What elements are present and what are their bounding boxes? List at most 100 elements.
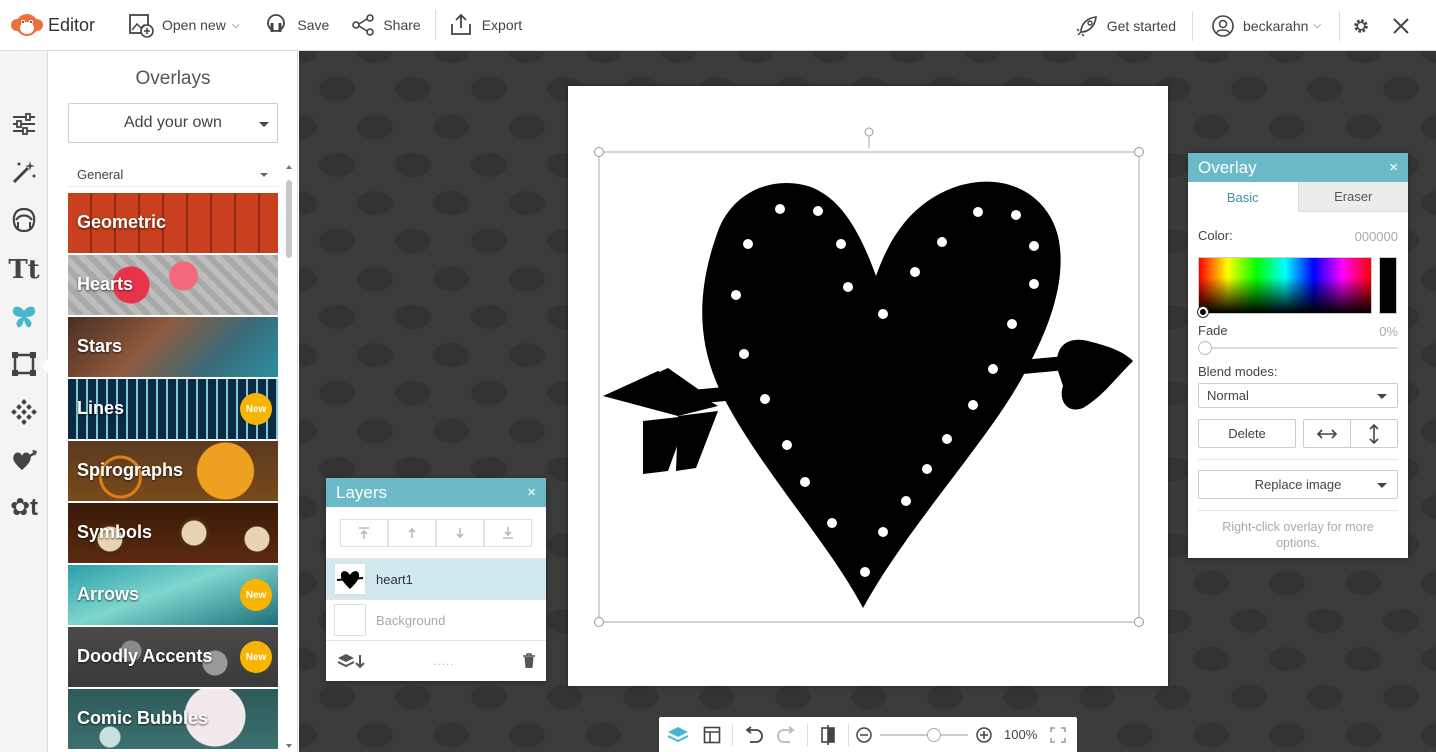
- toolbar-divider: [1192, 10, 1194, 41]
- fade-slider-handle[interactable]: [1198, 341, 1212, 355]
- zoom-in-icon: [976, 726, 992, 743]
- chevron-down-icon: ⌵: [1313, 20, 1321, 31]
- overlay-category-tile[interactable]: Symbols: [68, 503, 278, 563]
- textures-tool[interactable]: [8, 396, 40, 428]
- overlay-panel-header[interactable]: Overlay ×: [1188, 153, 1408, 182]
- color-spectrum-handle[interactable]: [1198, 307, 1208, 317]
- overlay-category-tile[interactable]: Stars: [68, 317, 278, 377]
- color-label: Color:: [1198, 228, 1233, 243]
- image-canvas[interactable]: [568, 86, 1168, 686]
- scroll-thumb[interactable]: [286, 180, 292, 258]
- frames-tool[interactable]: [8, 348, 40, 380]
- bring-to-front-button[interactable]: [340, 518, 388, 547]
- overlay-category-tile[interactable]: Geometric: [68, 193, 278, 253]
- add-your-own-dropdown[interactable]: Add your own: [68, 103, 278, 143]
- replace-image-button[interactable]: Replace image: [1198, 470, 1398, 499]
- overlays-tool[interactable]: [8, 301, 40, 333]
- share-icon: [352, 14, 375, 36]
- grid-view-button[interactable]: [695, 717, 729, 752]
- themes-tool[interactable]: [8, 444, 40, 476]
- arrow-to-bottom-icon: [503, 526, 513, 539]
- new-badge: New: [240, 579, 272, 611]
- color-spectrum-picker[interactable]: [1198, 257, 1372, 314]
- open-new-button[interactable]: Open new ⌵: [128, 0, 239, 51]
- compare-button[interactable]: [811, 717, 845, 752]
- tile-label: Comic Bubbles: [77, 708, 209, 728]
- send-to-back-button[interactable]: [484, 518, 532, 547]
- text-icon: Tt: [8, 255, 40, 285]
- zoom-out-button[interactable]: [852, 717, 876, 752]
- bring-forward-button[interactable]: [388, 518, 436, 547]
- resize-grip[interactable]: .....: [433, 654, 455, 668]
- brand[interactable]: Editor: [0, 0, 112, 51]
- export-button[interactable]: Export: [448, 0, 522, 51]
- close-icon[interactable]: ×: [527, 484, 536, 501]
- redo-button[interactable]: [770, 717, 804, 752]
- fullscreen-icon: [1050, 726, 1066, 743]
- undo-icon: [745, 725, 763, 743]
- settings-button[interactable]: [1352, 0, 1378, 51]
- caret-down-icon: [260, 173, 268, 177]
- delete-button[interactable]: Delete: [1198, 419, 1296, 448]
- share-button[interactable]: Share: [351, 0, 421, 51]
- flip-vertical-button[interactable]: [1350, 419, 1398, 448]
- scroll-up-icon: [286, 165, 292, 169]
- adjust-tool[interactable]: [8, 108, 40, 140]
- overlay-category-list: Geometric Hearts Stars Lines New Spirographs S…: [68, 193, 278, 752]
- color-hex-value[interactable]: 000000: [1355, 229, 1398, 244]
- text-tool[interactable]: Tt: [8, 254, 40, 286]
- blend-mode-select[interactable]: Normal: [1198, 383, 1398, 408]
- rocket-icon: [1076, 15, 1097, 36]
- overlay-category-tile[interactable]: Doodly Accents New: [68, 627, 278, 687]
- sliders-icon: [13, 113, 35, 135]
- stickers-tool[interactable]: ✿t: [8, 491, 40, 523]
- monkey-logo-icon: [11, 14, 43, 36]
- layer-row-heart1[interactable]: heart1: [326, 559, 546, 600]
- overlay-category-tile[interactable]: Comic Bubbles: [68, 689, 278, 749]
- save-label: Save: [297, 17, 330, 33]
- tile-label: Stars: [77, 336, 123, 356]
- overlay-category-tile[interactable]: Hearts: [68, 255, 278, 315]
- overlay-category-tile[interactable]: Spirographs: [68, 441, 278, 501]
- overlay-category-tile[interactable]: Arrows New: [68, 565, 278, 625]
- arrow-to-top-icon: [359, 526, 369, 539]
- heart-arrow-overlay[interactable]: [568, 86, 1168, 686]
- share-label: Share: [383, 17, 421, 33]
- tile-label: Geometric: [77, 212, 167, 232]
- overlay-category-tile[interactable]: Lines New: [68, 379, 278, 439]
- fullscreen-button[interactable]: [1041, 717, 1075, 752]
- toolbar-divider: [1339, 10, 1340, 41]
- send-backward-button[interactable]: [436, 518, 484, 547]
- close-editor-button[interactable]: [1392, 0, 1418, 51]
- zoom-slider[interactable]: [876, 717, 972, 752]
- magic-wand-icon: [12, 161, 36, 184]
- toolbar-divider: [434, 10, 436, 40]
- merge-layers-icon[interactable]: [336, 652, 366, 670]
- undo-button[interactable]: [736, 717, 770, 752]
- color-swatch[interactable]: [1379, 257, 1397, 314]
- tab-eraser[interactable]: Eraser: [1297, 182, 1408, 212]
- fade-slider-track[interactable]: [1202, 347, 1398, 349]
- close-icon[interactable]: ×: [1389, 159, 1398, 176]
- tab-basic[interactable]: Basic: [1188, 182, 1298, 212]
- effects-tool[interactable]: [8, 156, 40, 188]
- flip-horizontal-button[interactable]: [1303, 419, 1351, 448]
- trash-icon[interactable]: [522, 653, 536, 669]
- face-icon: [12, 207, 36, 233]
- layers-panel-header[interactable]: Layers ×: [326, 478, 546, 507]
- layer-order-tools: [326, 507, 546, 559]
- layer-row-background[interactable]: Background: [326, 600, 546, 641]
- touch-up-tool[interactable]: [8, 204, 40, 236]
- zoom-in-button[interactable]: [972, 717, 996, 752]
- category-label: General: [77, 167, 124, 182]
- blend-modes-label: Blend modes:: [1198, 364, 1278, 379]
- layers-toggle-button[interactable]: [661, 717, 695, 752]
- save-button[interactable]: Save: [263, 0, 329, 51]
- account-menu[interactable]: beckarahn ⌵: [1211, 0, 1321, 51]
- scroll-down-icon: [286, 744, 292, 748]
- get-started-button[interactable]: Get started: [1075, 0, 1176, 51]
- zoom-slider-handle[interactable]: [927, 728, 941, 742]
- category-select[interactable]: General: [68, 163, 278, 187]
- panel-scrollbar[interactable]: [283, 162, 295, 752]
- caret-down-icon: [1377, 394, 1387, 399]
